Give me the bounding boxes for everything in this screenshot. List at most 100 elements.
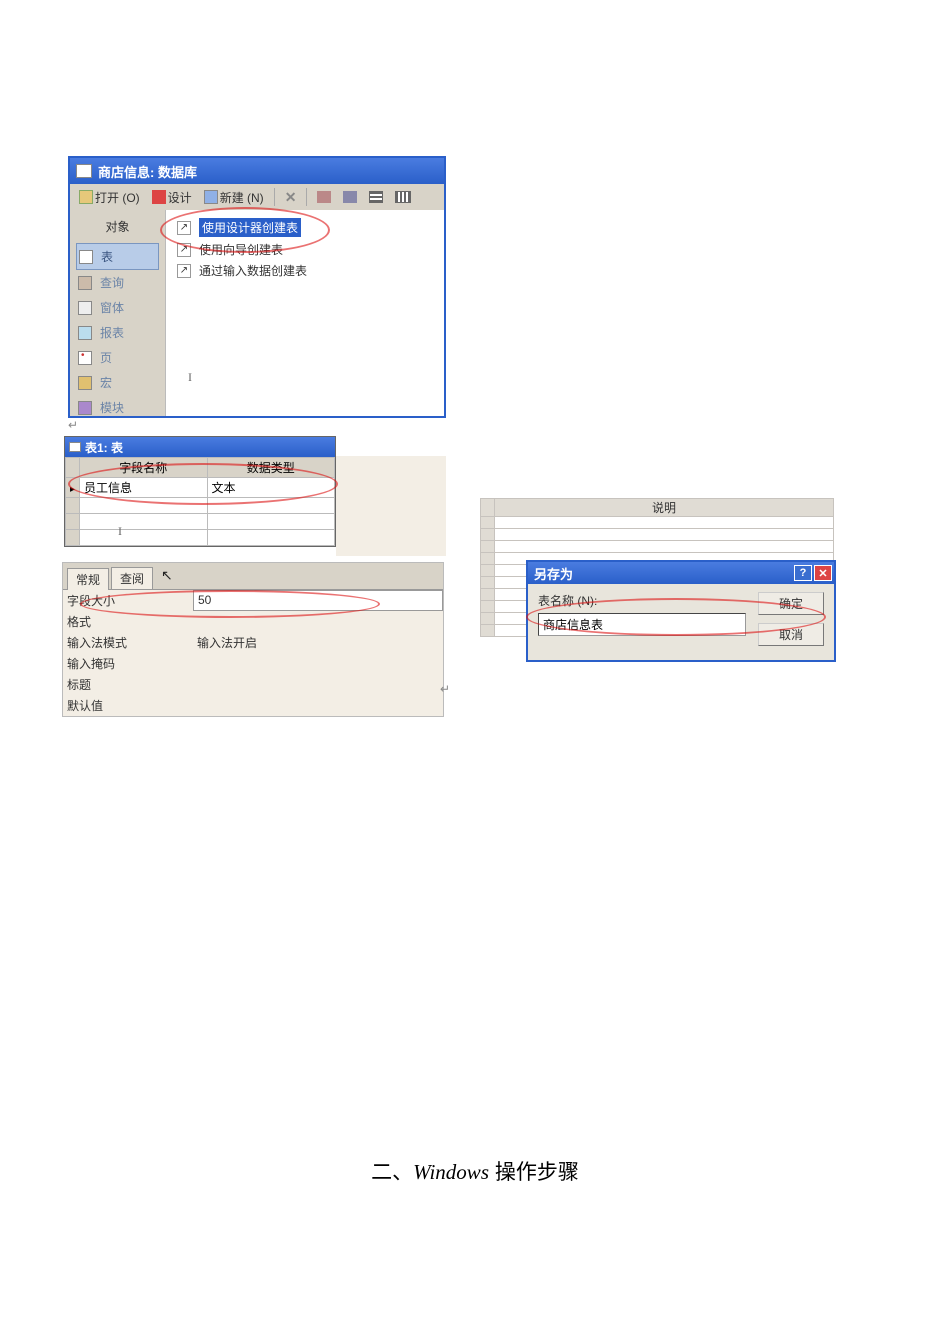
prop-value[interactable]: 50: [193, 590, 443, 611]
grid-row-header[interactable]: [66, 478, 80, 498]
grid-row-header[interactable]: [481, 565, 495, 577]
grid-cell-datatype[interactable]: [207, 530, 334, 546]
grid-cell-datatype[interactable]: [207, 498, 334, 514]
grid-cell-datatype[interactable]: [207, 514, 334, 530]
prop-value[interactable]: [193, 674, 443, 695]
grid-cell-fieldname[interactable]: [80, 514, 207, 530]
grid-cell-fieldname[interactable]: [80, 498, 207, 514]
view-details-icon: [395, 191, 411, 203]
toolbar-separator: [274, 188, 275, 206]
database-window: 商店信息: 数据库 打开 (O) 设计 新建 (N) ✕: [68, 156, 446, 418]
footer-suffix: 操作步骤: [489, 1161, 579, 1184]
grid-row-header[interactable]: [481, 625, 495, 637]
query-icon: [78, 276, 92, 290]
grid-row-header[interactable]: [481, 553, 495, 565]
cursor-arrow-icon: ↖: [161, 567, 173, 589]
grid-row-header[interactable]: [481, 499, 495, 517]
grid-cell-fieldname[interactable]: [80, 530, 207, 546]
grid-corner: [66, 458, 80, 478]
prop-label: 输入掩码: [63, 653, 193, 674]
db-body: 对象 表 查询 窗体 报表 页 宏: [70, 210, 444, 416]
text-cursor-icon: I: [118, 524, 122, 539]
footer-italic: Windows: [413, 1160, 489, 1184]
grid-row-header[interactable]: [481, 529, 495, 541]
toolbar-new-button[interactable]: 新建 (N): [199, 186, 269, 209]
prop-value[interactable]: [193, 611, 443, 632]
grid-row-header[interactable]: [481, 601, 495, 613]
toolbar-view-large-button[interactable]: [312, 188, 336, 206]
tab-lookup[interactable]: 查阅: [111, 567, 153, 589]
grid-col-datatype[interactable]: 数据类型: [207, 458, 334, 478]
grid-cell[interactable]: [495, 517, 834, 529]
toolbar-view-details-button[interactable]: [390, 188, 416, 206]
table-design-shadow: [336, 456, 446, 556]
close-button[interactable]: ✕: [814, 565, 832, 581]
prop-label: 格式: [63, 611, 193, 632]
design-icon: [152, 190, 166, 204]
grid-row[interactable]: [66, 530, 335, 546]
sidebar-item-pages[interactable]: 页: [76, 345, 159, 370]
create-table-input[interactable]: ↗ 通过输入数据创建表: [174, 260, 436, 281]
prop-ime-mode[interactable]: 输入法模式 输入法开启: [63, 632, 443, 653]
ok-button[interactable]: 确定: [758, 592, 824, 615]
grid-row-header[interactable]: [481, 517, 495, 529]
sidebar-item-tables[interactable]: 表: [76, 243, 159, 270]
prop-value[interactable]: [193, 653, 443, 674]
toolbar-open-button[interactable]: 打开 (O): [74, 186, 145, 209]
create-item-label: 通过输入数据创建表: [199, 262, 307, 279]
grid-row-header[interactable]: [481, 589, 495, 601]
prop-default[interactable]: 默认值: [63, 695, 443, 716]
grid-row-header[interactable]: [66, 498, 80, 514]
help-button[interactable]: ?: [794, 565, 812, 581]
grid-cell[interactable]: [495, 541, 834, 553]
grid-row-header[interactable]: [481, 541, 495, 553]
create-item-label: 使用向导创建表: [199, 241, 283, 258]
grid-cell[interactable]: [495, 529, 834, 541]
form-icon: [78, 301, 92, 315]
table-design-title: 表1: 表: [85, 439, 123, 456]
prop-format[interactable]: 格式: [63, 611, 443, 632]
grid-row-header[interactable]: [66, 530, 80, 546]
grid-row[interactable]: [66, 498, 335, 514]
new-icon: [204, 190, 218, 204]
sidebar-item-forms[interactable]: 窗体: [76, 295, 159, 320]
cancel-button[interactable]: 取消: [758, 623, 824, 646]
grid-cell-fieldname[interactable]: 员工信息: [80, 478, 207, 498]
module-icon: [78, 401, 92, 415]
toolbar-delete-button[interactable]: ✕: [280, 186, 302, 209]
save-as-input[interactable]: 商店信息表: [538, 613, 746, 636]
grid-row-header[interactable]: [481, 613, 495, 625]
toolbar-view-small-button[interactable]: [338, 188, 362, 206]
grid-row-header[interactable]: [481, 577, 495, 589]
prop-label: 标题: [63, 674, 193, 695]
grid-col-fieldname[interactable]: 字段名称: [80, 458, 207, 478]
grid-row[interactable]: [66, 514, 335, 530]
prop-label: 字段大小: [63, 590, 193, 611]
toolbar-design-button[interactable]: 设计: [147, 186, 197, 209]
sidebar-item-queries[interactable]: 查询: [76, 270, 159, 295]
tab-general[interactable]: 常规: [67, 568, 109, 590]
db-titlebar[interactable]: 商店信息: 数据库: [70, 158, 444, 184]
create-table-wizard[interactable]: ↗ 使用向导创建表: [174, 239, 436, 260]
grid-row[interactable]: 员工信息 文本: [66, 478, 335, 498]
prop-input-mask[interactable]: 输入掩码: [63, 653, 443, 674]
sidebar-item-macros[interactable]: 宏: [76, 370, 159, 395]
sidebar-item-reports[interactable]: 报表: [76, 320, 159, 345]
prop-caption[interactable]: 标题: [63, 674, 443, 695]
create-table-designer[interactable]: ↗ 使用设计器创建表: [174, 216, 436, 239]
grid-cell-datatype[interactable]: 文本: [207, 478, 334, 498]
prop-field-size[interactable]: 字段大小 50: [63, 590, 443, 611]
table-design-titlebar[interactable]: 表1: 表: [65, 437, 335, 457]
sidebar-item-modules[interactable]: 模块: [76, 395, 159, 420]
sidebar-item-label: 窗体: [100, 299, 124, 316]
table-design-grid[interactable]: 字段名称 数据类型 员工信息 文本: [65, 457, 335, 546]
grid-col-description[interactable]: 说明: [495, 499, 834, 517]
create-item-label: 使用设计器创建表: [199, 218, 301, 237]
grid-row-header[interactable]: [66, 514, 80, 530]
toolbar-view-list-button[interactable]: [364, 188, 388, 206]
db-sidebar: 对象 表 查询 窗体 报表 页 宏: [70, 210, 166, 416]
prop-value[interactable]: 输入法开启: [193, 632, 443, 653]
window-icon: [76, 164, 92, 178]
prop-value[interactable]: [193, 695, 443, 716]
save-as-titlebar[interactable]: 另存为 ? ✕: [528, 562, 834, 584]
